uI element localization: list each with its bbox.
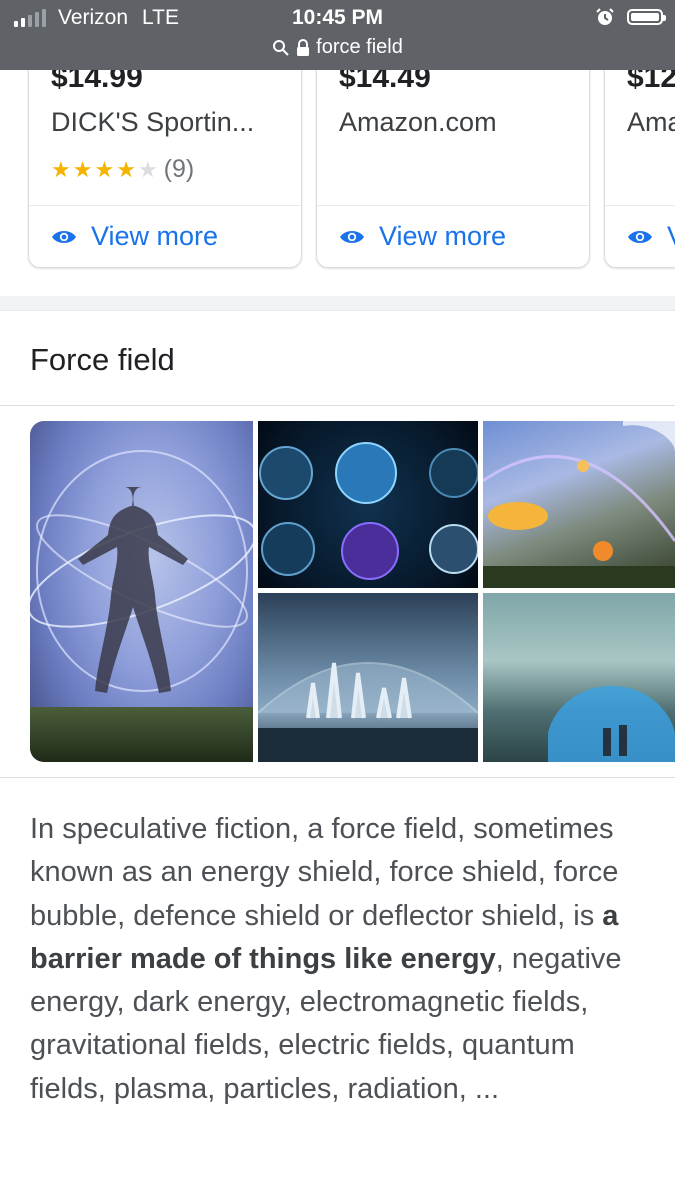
- card-divider: [605, 205, 675, 206]
- image-figure-in-energy-sphere[interactable]: [30, 421, 253, 762]
- divider: [0, 310, 675, 311]
- divider: [0, 777, 675, 778]
- url-text: force field: [316, 36, 403, 58]
- card-divider: [317, 205, 589, 206]
- view-more-link[interactable]: V: [627, 221, 675, 252]
- status-right: [595, 7, 666, 27]
- url-bar[interactable]: force field: [0, 36, 675, 59]
- product-price: $14.49: [339, 70, 431, 94]
- star-empty-icon: ★: [137, 156, 158, 182]
- search-icon: [273, 39, 289, 56]
- eye-icon: [340, 230, 364, 243]
- product-card[interactable]: $14.49 Amazon.com View more: [316, 70, 590, 268]
- lock-icon: [297, 38, 310, 56]
- knowledge-panel-description: In speculative fiction, a force field, s…: [30, 808, 640, 1111]
- description-text: In speculative fiction, a force field, s…: [30, 813, 619, 932]
- view-more-link[interactable]: View more: [339, 221, 506, 252]
- image-shield-spheres[interactable]: [258, 421, 478, 588]
- rating-count: (9): [163, 155, 195, 183]
- card-divider: [29, 205, 301, 206]
- knowledge-panel-title: Force field: [30, 342, 175, 377]
- alarm-icon: [596, 8, 614, 25]
- star-icon: ★: [116, 156, 136, 182]
- view-more-label: View more: [379, 221, 507, 251]
- star-icon: ★: [72, 156, 93, 182]
- product-card[interactable]: $14.99 DICK'S Sportin... ★ ★ ★ ★ ★ (9) V…: [28, 70, 302, 268]
- product-store: Amazon.com: [339, 107, 497, 137]
- city-dome-illustration: [258, 662, 478, 762]
- eye-icon: [628, 230, 652, 243]
- divider: [0, 405, 675, 406]
- status-bar: Verizon LTE 10:45 PM force field: [0, 0, 675, 70]
- product-store: Ama: [627, 107, 675, 137]
- shield-spheres-illustration: [259, 442, 478, 580]
- status-time: 10:45 PM: [291, 6, 384, 29]
- section-gap: [0, 296, 675, 310]
- product-store: DICK'S Sportin...: [51, 107, 255, 137]
- star-icon: ★: [94, 156, 115, 182]
- dome-explosion-illustration: [483, 421, 675, 588]
- view-more-label: View more: [91, 221, 219, 251]
- product-price: $12: [627, 70, 675, 94]
- shopping-carousel[interactable]: $14.99 DICK'S Sportin... ★ ★ ★ ★ ★ (9) V…: [0, 70, 675, 300]
- battery-icon: [627, 9, 666, 25]
- eye-icon: [52, 230, 76, 243]
- product-price: $14.99: [51, 70, 143, 94]
- product-rating: ★ ★ ★ ★ ★ (9): [51, 155, 194, 184]
- blue-bubble-illustration: [548, 685, 675, 762]
- ground: [30, 707, 253, 762]
- product-card[interactable]: $12 Ama V: [604, 70, 675, 268]
- view-more-link[interactable]: View more: [51, 221, 218, 252]
- view-more-label: V: [667, 221, 675, 252]
- star-icon: ★: [51, 156, 71, 182]
- image-city-under-dome[interactable]: [258, 593, 478, 762]
- image-dome-explosions[interactable]: [483, 421, 675, 588]
- image-figures-in-blue-bubble[interactable]: [483, 593, 675, 762]
